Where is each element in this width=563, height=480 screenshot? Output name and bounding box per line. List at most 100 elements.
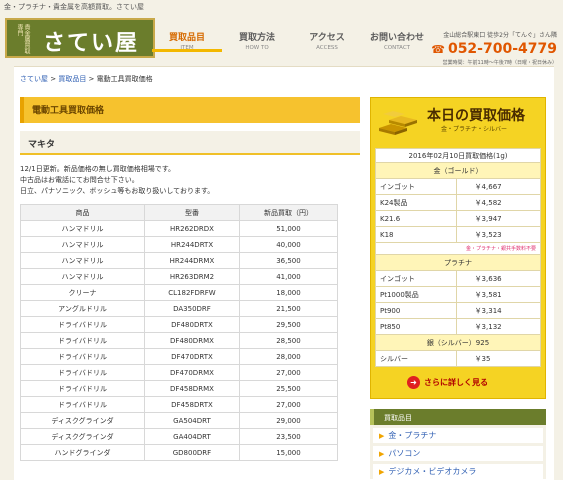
- sidebar-item-pc[interactable]: ▶ パソコン: [373, 446, 543, 461]
- logo-text: さてい屋: [43, 30, 140, 56]
- sidebar-menu-header: 買取品目: [370, 409, 546, 425]
- table-cell: ￥3,132: [455, 318, 542, 335]
- nav-label: 買取品目: [168, 33, 205, 43]
- table-row: ドライバドリル DF458DRTX 27,000: [19, 396, 339, 413]
- address: 金山総合駅東口 徒歩2分「てんぐ」さん隣: [443, 32, 557, 39]
- table-cell: 29,000: [238, 412, 339, 429]
- description-line: 中古品はお電話にてお問合せ下さい。: [20, 176, 139, 184]
- business-hours: 営業時間：午前11時〜午後7時（日曜・祝日休み）: [442, 60, 557, 66]
- table-cell: 28,000: [238, 348, 339, 365]
- table-cell: DF470DRTX: [144, 348, 240, 365]
- table-cell: K21.6: [375, 210, 457, 227]
- table-cell: 36,500: [238, 252, 339, 269]
- description-line: 日立、パナソニック、ボッシュ等もお取り扱いしております。: [20, 187, 215, 195]
- table-cell: ￥3,581: [455, 286, 542, 303]
- table-cell: ドライバドリル: [19, 380, 146, 397]
- more-details-button[interactable]: ➜ さらに詳しく見る: [407, 374, 488, 390]
- table-cell: HR244DRMX: [144, 252, 240, 269]
- breadcrumb-separator: >: [48, 75, 59, 83]
- table-cell: ￥35: [455, 350, 542, 367]
- nav-sublabel: ITEM: [180, 45, 194, 51]
- table-cell: ￥3,314: [455, 302, 542, 319]
- today-price-header: 本日の買取価格 金・プラチナ・シルバー: [371, 98, 545, 146]
- table-cell: ￥4,667: [455, 178, 542, 195]
- table-cell: ハンマドリル: [19, 236, 146, 253]
- sidebar-item-camera[interactable]: ▶ デジカメ・ビデオカメラ: [373, 464, 543, 479]
- gold-bars-icon: [379, 111, 417, 135]
- table-row: ドライバドリル DF470DRMX 27,000: [19, 364, 339, 381]
- today-price-table: 2016年02月10日買取価格(1g) 金（ゴールド） インゴット ￥4,667 K…: [375, 148, 542, 367]
- nav-item-howto[interactable]: 買取方法 HOW TO: [222, 30, 292, 52]
- table-cell: インゴット: [375, 178, 457, 195]
- table-row: K24製品 ￥4,582: [375, 194, 542, 211]
- sidebar-item-label: パソコン: [388, 449, 421, 458]
- table-row: Pt900 ￥3,314: [375, 302, 542, 319]
- table-row: K21.6 ￥3,947: [375, 210, 542, 227]
- table-cell: HR244DRTX: [144, 236, 240, 253]
- nav-sublabel: ACCESS: [316, 45, 338, 51]
- table-cell: ￥3,636: [455, 270, 542, 287]
- table-row: インゴット ￥3,636: [375, 270, 542, 287]
- logo-subtext: 貴金属買取専門: [16, 24, 30, 54]
- sidebar-menu: 買取品目 ▶ 金・プラチナ ▶ パソコン ▶ デジカメ・ビデオカメラ: [370, 409, 546, 479]
- price-table: 商品 型番 新品買取（円） ハンマドリル HR262DRDX 51,000 ハンマドリ…: [19, 204, 339, 461]
- column-header-price: 新品買取（円）: [238, 204, 339, 221]
- nav-sublabel: CONTACT: [383, 45, 411, 51]
- sidebar: 本日の買取価格 金・プラチナ・シルバー 2016年02月10日買取価格(1g) …: [370, 97, 546, 479]
- table-cell: DF480DRTX: [144, 316, 240, 333]
- table-row: ハンマドリル HR262DRDX 51,000: [19, 220, 339, 237]
- nav-item-access[interactable]: アクセス ACCESS: [292, 30, 362, 52]
- contact-block: 金山総合駅東口 徒歩2分「てんぐ」さん隣 ☎ 052-700-4779 営業時間：…: [431, 30, 557, 66]
- phone-number[interactable]: ☎ 052-700-4779: [431, 41, 557, 57]
- nav-label: アクセス: [309, 33, 345, 43]
- table-cell: 18,000: [238, 284, 339, 301]
- table-cell: 40,000: [238, 236, 339, 253]
- table-row: ディスクグラインダ GA404DRT 23,500: [19, 428, 339, 445]
- category-platinum: プラチナ: [375, 254, 541, 271]
- table-cell: ￥3,947: [455, 210, 542, 227]
- top-tagline: 金・プラチナ・貴金属を高額買取。さてい屋: [4, 3, 144, 11]
- table-cell: ドライバドリル: [19, 364, 146, 381]
- more-details-label: さらに詳しく見る: [424, 377, 488, 387]
- site-header: 貴金属買取専門 さてい屋 買取品目 ITEM 買取方法 HOW TO アクセス …: [0, 14, 563, 66]
- category-gold: 金（ゴールド）: [375, 162, 541, 179]
- table-cell: ハンドグラインダ: [19, 444, 146, 461]
- table-row: K18 ￥3,523: [375, 226, 542, 243]
- table-cell: 27,000: [238, 396, 339, 413]
- table-cell: 29,500: [238, 316, 339, 333]
- nav-label: お問い合わせ: [369, 33, 424, 43]
- table-cell: 51,000: [238, 220, 339, 237]
- table-cell: アングルドリル: [19, 300, 146, 317]
- sidebar-item-label: 金・プラチナ: [388, 431, 437, 440]
- table-row: ドライバドリル DF480DRMX 28,500: [19, 332, 339, 349]
- table-cell: 27,000: [238, 364, 339, 381]
- brand-heading: マキタ: [20, 131, 360, 155]
- table-cell: DF470DRMX: [144, 364, 240, 381]
- table-row: ディスクグラインダ GA504DRT 29,000: [19, 412, 339, 429]
- fee-note: 金・プラチナ・銀共手数料不要: [375, 242, 541, 255]
- table-cell: Pt850: [375, 318, 457, 335]
- today-price-table-wrap: 2016年02月10日買取価格(1g) 金（ゴールド） インゴット ￥4,667 K…: [375, 148, 542, 367]
- table-cell: DA350DRF: [144, 300, 240, 317]
- nav-item-item[interactable]: 買取品目 ITEM: [152, 30, 222, 52]
- table-row: Pt1000製品 ￥3,581: [375, 286, 542, 303]
- table-cell: CL182FDRFW: [144, 284, 240, 301]
- table-cell: ドライバドリル: [19, 332, 146, 349]
- content-panel: さてい屋 > 買取品目 > 電動工具買取価格 電動工具買取価格 マキタ 12/1…: [14, 66, 554, 480]
- table-cell: ドライバドリル: [19, 396, 146, 413]
- today-price-box: 本日の買取価格 金・プラチナ・シルバー 2016年02月10日買取価格(1g) …: [370, 97, 546, 399]
- sidebar-item-gold-platinum[interactable]: ▶ 金・プラチナ: [373, 428, 543, 443]
- main-nav: 買取品目 ITEM 買取方法 HOW TO アクセス ACCESS お問い合わせ…: [152, 30, 432, 52]
- breadcrumb-home[interactable]: さてい屋: [20, 75, 48, 83]
- nav-label: 買取方法: [238, 33, 275, 43]
- nav-item-contact[interactable]: お問い合わせ CONTACT: [362, 30, 432, 52]
- table-row: ハンマドリル HR244DRTX 40,000: [19, 236, 339, 253]
- table-cell: クリーナ: [19, 284, 146, 301]
- table-cell: HR262DRDX: [144, 220, 240, 237]
- breadcrumb-items[interactable]: 買取品目: [58, 75, 86, 83]
- table-cell: ドライバドリル: [19, 348, 146, 365]
- site-logo[interactable]: 貴金属買取専門 さてい屋: [5, 18, 155, 58]
- arrow-right-icon: ➜: [407, 375, 420, 389]
- description: 12/1日更新。新品価格の無し買取価格相場です。 中古品はお電話にてお問合せ下さ…: [20, 164, 360, 197]
- table-row: ハンドグラインダ GD800DRF 15,000: [19, 444, 339, 461]
